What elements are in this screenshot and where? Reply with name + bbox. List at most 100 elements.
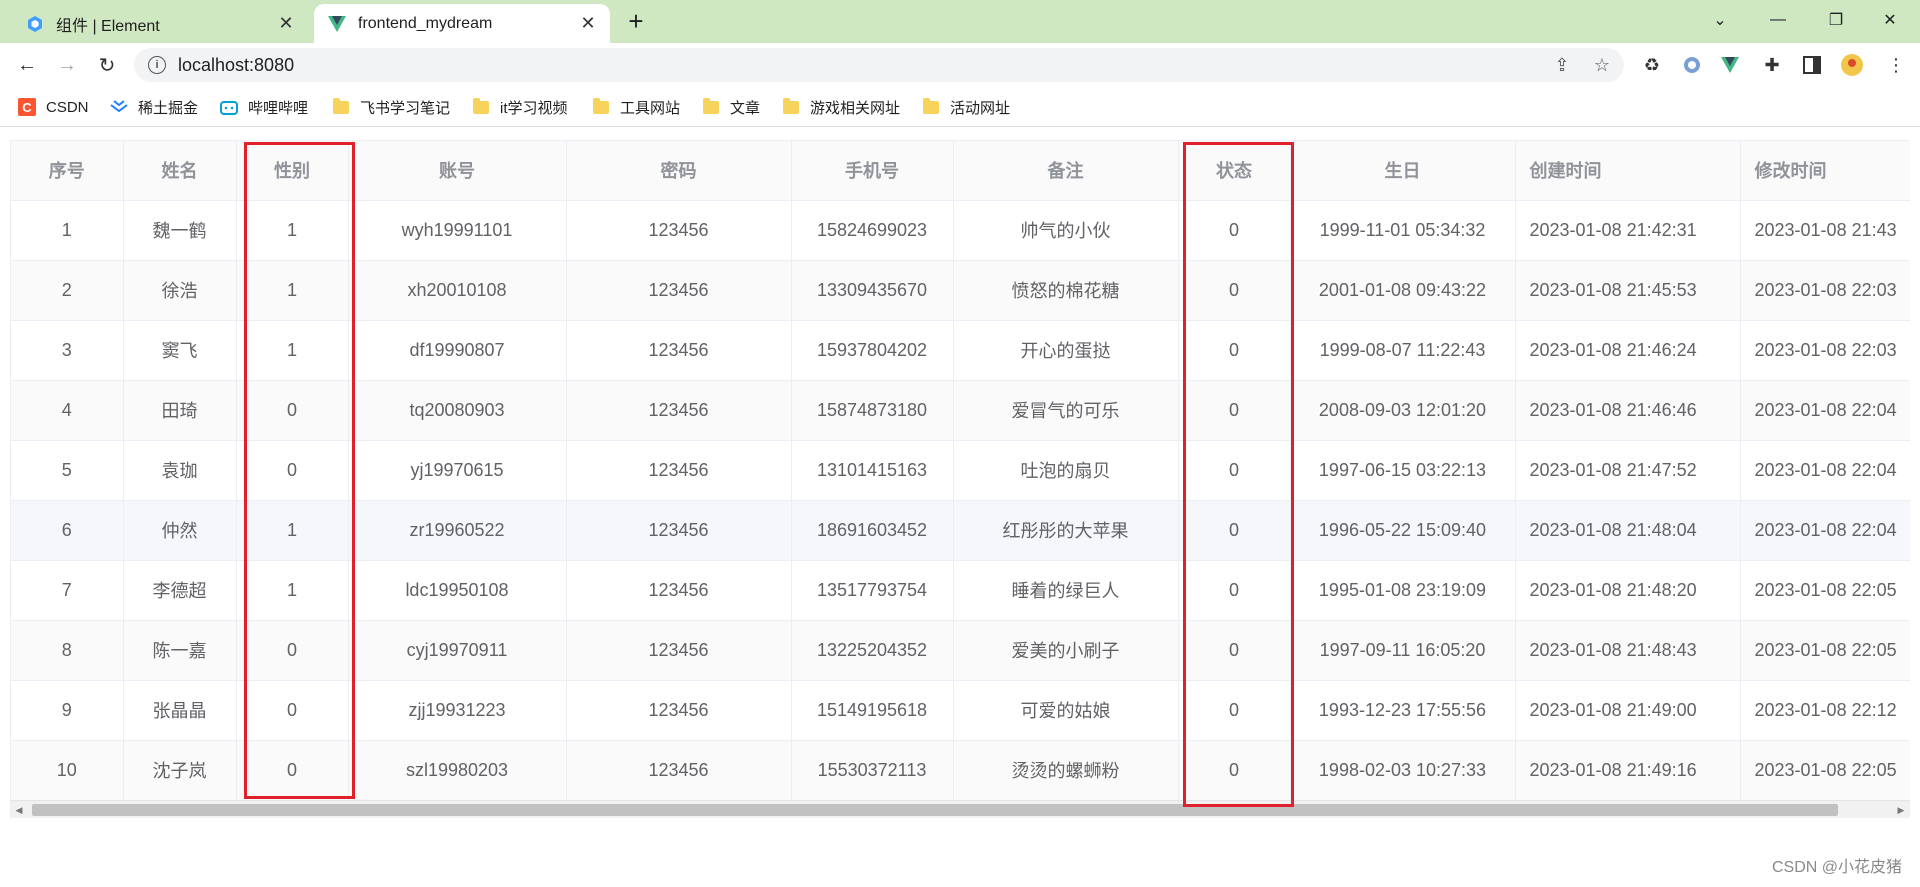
bookmark-label: 工具网站: [620, 99, 681, 117]
bookmark-bilibili[interactable]: 哔哩哔哩: [220, 95, 308, 119]
table-cell: 1998-02-03 10:27:33: [1290, 740, 1516, 801]
recycle-extension-icon[interactable]: ♻: [1641, 54, 1663, 76]
element-logo-icon: [26, 15, 44, 33]
table-cell: 2008-09-03 12:01:20: [1290, 380, 1516, 441]
table-cell: 爱冒气的可乐: [953, 380, 1179, 441]
url-text[interactable]: localhost:8080: [178, 55, 294, 76]
bookmark-folder-events[interactable]: 活动网址: [922, 95, 1010, 119]
table-cell: 123456: [566, 380, 792, 441]
column-header[interactable]: 备注: [953, 141, 1179, 201]
table-header-row: 序号 姓名 性别 账号 密码 手机号 备注 状态 生日 创建时间 修改时间: [11, 141, 1910, 201]
column-header[interactable]: 手机号: [791, 141, 954, 201]
table-row[interactable]: 4 田琦 0 tq20080903 123456 15874873180 爱冒气的可乐 0 20…: [11, 380, 1910, 441]
column-header[interactable]: 账号: [348, 141, 567, 201]
table-cell: 2023-01-08 21:42:31: [1515, 200, 1741, 261]
extensions-puzzle-icon[interactable]: ✚: [1761, 54, 1783, 76]
table-cell: 2023-01-08 22:04: [1740, 440, 1910, 501]
side-panel-icon[interactable]: [1801, 54, 1823, 76]
column-header[interactable]: 修改时间: [1740, 141, 1910, 201]
table-cell: 0: [236, 440, 349, 501]
table-cell: 1: [236, 200, 349, 261]
table-cell: wyh19991101: [348, 200, 567, 261]
table-row[interactable]: 7 李德超 1 ldc19950108 123456 13517793754 睡着的绿巨人 0…: [11, 560, 1910, 621]
menu-kebab-icon[interactable]: ⋮: [1885, 54, 1907, 76]
column-header[interactable]: 密码: [566, 141, 792, 201]
column-header[interactable]: 性别: [236, 141, 349, 201]
tab-element[interactable]: 组件 | Element ✕: [12, 4, 308, 43]
table-row[interactable]: 3 窦飞 1 df19990807 123456 15937804202 开心的蛋挞 0 199…: [11, 320, 1910, 381]
table-cell: 1995-01-08 23:19:09: [1290, 560, 1516, 621]
table-cell: 爱美的小刷子: [953, 620, 1179, 681]
column-header[interactable]: 生日: [1290, 141, 1516, 201]
table-cell: 0: [1178, 200, 1291, 261]
scroll-right-icon[interactable]: ▶: [1894, 803, 1908, 817]
folder-icon: [592, 97, 610, 115]
minimize-button[interactable]: —: [1748, 0, 1808, 40]
tab-close-icon[interactable]: ✕: [274, 12, 298, 36]
table-cell: 2023-01-08 22:05: [1740, 740, 1910, 801]
scroll-left-icon[interactable]: ◀: [12, 803, 26, 817]
table-cell: 2023-01-08 22:04: [1740, 500, 1910, 561]
horizontal-scrollbar[interactable]: ◀ ▶: [10, 800, 1910, 818]
table-cell: 2023-01-08 21:45:53: [1515, 260, 1741, 321]
forward-button[interactable]: →: [53, 51, 81, 79]
column-header[interactable]: 序号: [11, 141, 124, 201]
column-header[interactable]: 状态: [1178, 141, 1291, 201]
table-cell: 15824699023: [791, 200, 954, 261]
bookmark-folder-feishu[interactable]: 飞书学习笔记: [332, 95, 450, 119]
table-cell: 15149195618: [791, 680, 954, 741]
table-row[interactable]: 8 陈一嘉 0 cyj19970911 123456 13225204352 爱美的小刷子 0…: [11, 620, 1910, 681]
column-header[interactable]: 创建时间: [1515, 141, 1741, 201]
table-cell: 8: [11, 620, 124, 681]
share-icon[interactable]: ⇪: [1552, 55, 1572, 75]
address-bar[interactable]: i localhost:8080 ⇪ ☆: [134, 48, 1624, 82]
table-cell: 2023-01-08 22:12: [1740, 680, 1910, 741]
close-window-button[interactable]: ✕: [1860, 0, 1920, 40]
bookmark-folder-tools[interactable]: 工具网站: [592, 95, 680, 119]
site-info-icon[interactable]: i: [148, 56, 166, 74]
table-cell: 2023-01-08 21:48:43: [1515, 620, 1741, 681]
table-row[interactable]: 10 沈子岚 0 szl19980203 123456 15530372113 烫烫的螺蛳粉…: [11, 740, 1910, 801]
vue-devtools-icon[interactable]: [1719, 54, 1741, 76]
bookmark-label: 文章: [730, 99, 761, 117]
table-row[interactable]: 1 魏一鹤 1 wyh19991101 123456 15824699023 帅气的小伙 0 1…: [11, 200, 1910, 261]
tab-search-icon[interactable]: ⌄: [1690, 0, 1750, 40]
table-cell: 123456: [566, 320, 792, 381]
bookmark-folder-games[interactable]: 游戏相关网址: [782, 95, 900, 119]
bookmark-csdn[interactable]: C CSDN: [18, 95, 89, 119]
table-cell: 开心的蛋挞: [953, 320, 1179, 381]
table-cell: 0: [236, 680, 349, 741]
table-row[interactable]: 9 张晶晶 0 zjj19931223 123456 15149195618 可爱的姑娘 0 1…: [11, 680, 1910, 741]
table-cell: 1: [236, 260, 349, 321]
table-cell: 2023-01-08 21:43: [1740, 200, 1910, 261]
new-tab-button[interactable]: +: [622, 8, 650, 36]
reload-button[interactable]: ↻: [93, 51, 121, 79]
table-row[interactable]: 2 徐浩 1 xh20010108 123456 13309435670 愤怒的棉花糖 0 20…: [11, 260, 1910, 321]
column-header[interactable]: 姓名: [123, 141, 237, 201]
table-cell: 15874873180: [791, 380, 954, 441]
back-button[interactable]: ←: [13, 51, 41, 79]
table-cell: 0: [1178, 740, 1291, 801]
table-cell: 15937804202: [791, 320, 954, 381]
table-cell: 2023-01-08 21:47:52: [1515, 440, 1741, 501]
profile-avatar[interactable]: [1841, 54, 1863, 76]
extension-circle-icon[interactable]: [1681, 54, 1703, 76]
table-row[interactable]: 6 仲然 1 zr19960522 123456 18691603452 红彤彤的大苹果 0 1…: [11, 500, 1910, 561]
tab-close-icon[interactable]: ✕: [576, 12, 600, 36]
table-cell: 2023-01-08 22:03: [1740, 320, 1910, 381]
table-cell: 15530372113: [791, 740, 954, 801]
scrollbar-thumb[interactable]: [32, 804, 1838, 816]
bookmark-folder-it[interactable]: it学习视频: [472, 95, 568, 119]
bookmark-folder-articles[interactable]: 文章: [702, 95, 760, 119]
restore-button[interactable]: ❐: [1806, 0, 1866, 40]
table-cell: 123456: [566, 200, 792, 261]
table-cell: 可爱的姑娘: [953, 680, 1179, 741]
table-row[interactable]: 5 袁珈 0 yj19970615 123456 13101415163 吐泡的扇贝 0 199…: [11, 440, 1910, 501]
tab-frontend-mydream[interactable]: frontend_mydream ✕: [314, 4, 610, 43]
bookmark-star-icon[interactable]: ☆: [1592, 55, 1612, 75]
table-cell: yj19970615: [348, 440, 567, 501]
table-cell: 123456: [566, 740, 792, 801]
table-cell: 123456: [566, 440, 792, 501]
bookmark-juejin[interactable]: 稀土掘金: [110, 95, 198, 119]
table-cell: 1: [236, 500, 349, 561]
